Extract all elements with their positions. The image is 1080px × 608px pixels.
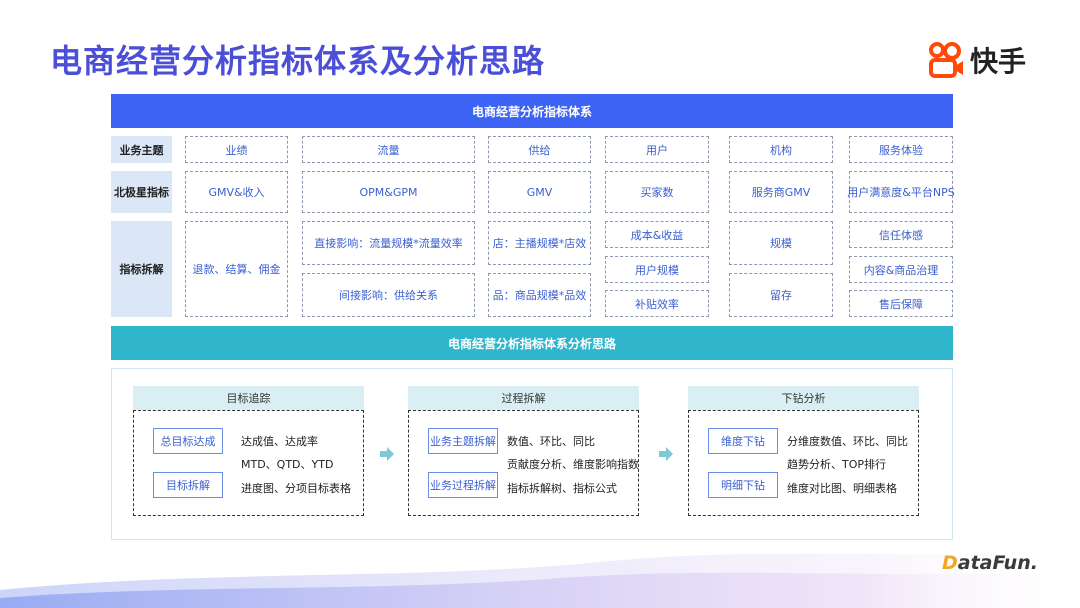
breakdown-service-trust: 信任体感: [849, 221, 953, 248]
theme-org: 机构: [729, 136, 833, 163]
breakdown-service-governance: 内容&商品治理: [849, 256, 953, 283]
panel-drilldown-title: 下钻分析: [688, 386, 919, 410]
datafun-logo: DataFun.: [942, 552, 1038, 574]
panel-process-title: 过程拆解: [408, 386, 639, 410]
north-star-performance: GMV&收入: [185, 171, 288, 213]
theme-breakdown-button: 业务主题拆解: [428, 428, 498, 454]
panel-drill-line-1: 分维度数值、环比、同比: [787, 435, 908, 448]
goal-breakdown-button: 目标拆解: [153, 472, 223, 498]
panel-goal-line-3: 进度图、分项目标表格: [241, 482, 351, 495]
page-title: 电商经营分析指标体系及分析思路: [50, 42, 546, 80]
breakdown-user-scale: 用户规模: [605, 256, 709, 283]
panel-process-line-2: 贡献度分析、维度影响指数: [507, 458, 639, 471]
detail-drill-button: 明细下钻: [708, 472, 778, 498]
panel-goal-line-1: 达成值、达成率: [241, 435, 318, 448]
breakdown-org-retention: 留存: [729, 273, 833, 317]
panel-goal-line-2: MTD、QTD、YTD: [241, 458, 334, 471]
brand-name: 快手: [970, 45, 1027, 78]
breakdown-org-scale: 规模: [729, 221, 833, 265]
north-star-service: 用户满意度&平台NPS: [847, 171, 955, 213]
panel-drill-line-3: 维度对比图、明细表格: [787, 482, 897, 495]
process-breakdown-button: 业务过程拆解: [428, 472, 498, 498]
north-star-user: 买家数: [605, 171, 709, 213]
breakdown-traffic-indirect: 间接影响：供给关系: [302, 273, 475, 317]
row-label-north-star: 北极星指标: [111, 171, 172, 213]
breakdown-performance: 退款、结算、佣金: [185, 221, 288, 317]
metric-system-header: 电商经营分析指标体系: [111, 94, 953, 128]
north-star-org: 服务商GMV: [729, 171, 833, 213]
datafun-logo-prefix: D: [942, 552, 958, 574]
breakdown-user-cost: 成本&收益: [605, 221, 709, 248]
row-label-theme: 业务主题: [111, 136, 172, 163]
kuaishou-logo-icon: [929, 42, 963, 78]
decorative-wave: [0, 550, 1080, 608]
total-goal-button: 总目标达成: [153, 428, 223, 454]
breakdown-supply-store: 店：主播规模*店效: [488, 221, 591, 265]
theme-performance: 业绩: [185, 136, 288, 163]
breakdown-traffic-direct: 直接影响：流量规模*流量效率: [302, 221, 475, 265]
analysis-approach-header: 电商经营分析指标体系分析思路: [111, 326, 953, 360]
breakdown-supply-product: 品：商品规模*品效: [488, 273, 591, 317]
theme-service: 服务体验: [849, 136, 953, 163]
north-star-supply: GMV: [488, 171, 591, 213]
panel-process-line-3: 指标拆解树、指标公式: [507, 482, 617, 495]
row-label-breakdown: 指标拆解: [111, 221, 172, 317]
panel-process-line-1: 数值、环比、同比: [507, 435, 595, 448]
dimension-drill-button: 维度下钻: [708, 428, 778, 454]
theme-supply: 供给: [488, 136, 591, 163]
panel-goal-tracking-title: 目标追踪: [133, 386, 364, 410]
datafun-logo-text: ataFun.: [957, 552, 1038, 574]
breakdown-service-aftersale: 售后保障: [849, 290, 953, 317]
arrow-right-icon: [659, 447, 673, 461]
theme-user: 用户: [605, 136, 709, 163]
theme-traffic: 流量: [302, 136, 475, 163]
brand-logo: 快手: [926, 40, 1026, 80]
north-star-traffic: OPM&GPM: [302, 171, 475, 213]
panel-drill-line-2: 趋势分析、TOP排行: [787, 458, 887, 471]
breakdown-user-subsidy: 补贴效率: [605, 290, 709, 317]
arrow-right-icon: [380, 447, 394, 461]
